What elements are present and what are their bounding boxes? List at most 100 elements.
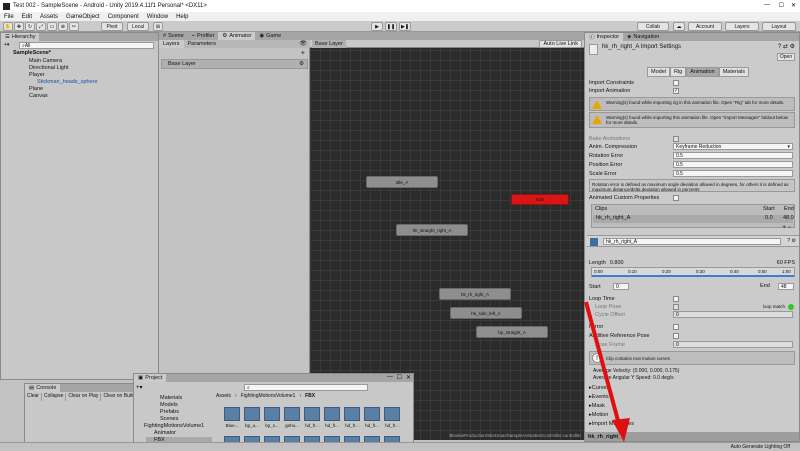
scene-root-item[interactable]: SampleScene*	[13, 50, 51, 56]
additive-pose-checkbox[interactable]	[673, 333, 679, 339]
close-icon[interactable]: ✕	[406, 374, 411, 381]
tab-model[interactable]: Model	[647, 67, 670, 77]
tab-navigation[interactable]: ◈ Navigation	[623, 33, 663, 41]
folder-animator[interactable]: Animator	[154, 430, 176, 436]
start-field[interactable]: 0	[613, 283, 629, 290]
layout-dropdown[interactable]: Layout	[762, 22, 796, 31]
account-dropdown[interactable]: Account	[688, 22, 722, 31]
menu-assets[interactable]: Assets	[36, 14, 62, 20]
clip-name-field[interactable]: hk_rh_right_A	[603, 238, 781, 245]
asset-thumb[interactable]	[304, 407, 320, 421]
state-node-hp-straight[interactable]: hp_straight_A	[476, 326, 548, 338]
timeline-ruler[interactable]: 0:00 0:10 0:20 0:30 0:40 0:50 1:00	[591, 267, 795, 277]
local-toggle[interactable]: Local	[127, 22, 149, 31]
tab-console[interactable]: ▤ Console	[25, 384, 61, 392]
move-tool-icon[interactable]: ✥	[14, 22, 24, 31]
asset-thumb[interactable]	[244, 407, 260, 421]
custom-tool-icon[interactable]: ✂	[69, 22, 79, 31]
folder-scenes[interactable]: Scenes	[160, 416, 178, 422]
pose-frame-field[interactable]: 0	[673, 341, 793, 348]
tab-scene[interactable]: # Scene	[159, 32, 188, 40]
breadcrumb-fighting[interactable]: FightingMotionsVolume1	[241, 393, 296, 401]
folder-models[interactable]: Models	[160, 402, 178, 408]
menu-gameobject[interactable]: GameObject	[62, 14, 104, 20]
gear-icon[interactable]: ⚙	[299, 61, 304, 67]
scale-error-field[interactable]: 0.5	[673, 170, 793, 177]
anim-compression-dropdown[interactable]: Keyframe Reduction ▾	[673, 143, 793, 150]
menu-component[interactable]: Component	[104, 14, 143, 20]
create-dropdown[interactable]: +▾	[4, 42, 16, 48]
clip-settings-icons[interactable]: ? ⚙	[787, 238, 796, 244]
menu-help[interactable]: Help	[172, 14, 192, 20]
project-search-input[interactable]: ⌕	[244, 384, 368, 391]
state-node-hk-straight-right[interactable]: hk_straight_right_A	[396, 224, 468, 236]
tab-animator[interactable]: ⚙ Animator	[218, 32, 256, 40]
base-layer-item[interactable]: Base Layer ⚙	[161, 59, 308, 69]
end-field[interactable]: 48	[778, 283, 794, 290]
hierarchy-item-directional-light[interactable]: Directional Light	[29, 65, 68, 71]
state-node-exit[interactable]: Exit	[511, 194, 569, 205]
eye-icon[interactable]: 👁	[299, 40, 307, 47]
grid-snap-icon[interactable]: ⊞	[153, 22, 163, 31]
tab-parameters[interactable]: Parameters	[184, 40, 220, 48]
tab-profiler[interactable]: ⌁ Profiler	[188, 32, 219, 40]
tab-inspector[interactable]: ⓘ Inspector	[585, 33, 624, 41]
asset-thumb[interactable]	[324, 407, 340, 421]
rect-tool-icon[interactable]: ▭	[47, 22, 57, 31]
rotate-tool-icon[interactable]: ↻	[25, 22, 35, 31]
loop-pose-checkbox[interactable]	[673, 304, 679, 310]
breadcrumb-fbx[interactable]: FBX	[305, 393, 315, 401]
hierarchy-search-input[interactable]: ⌕ All	[19, 42, 154, 49]
folder-fighting-motions[interactable]: FightingMotionsVolume1	[144, 423, 204, 429]
asset-thumb[interactable]	[284, 407, 300, 421]
auto-live-link-button[interactable]: Auto Live Link	[539, 40, 582, 48]
create-asset-dropdown[interactable]: +▾	[136, 384, 143, 391]
hierarchy-item-player[interactable]: Player	[29, 72, 45, 78]
tab-rig[interactable]: Rig	[669, 67, 687, 77]
tab-layers[interactable]: Layers	[159, 40, 184, 48]
settings-icons[interactable]: ? ⇄ ⚙	[778, 43, 795, 50]
bake-animations-checkbox[interactable]	[673, 136, 679, 142]
cloud-icon[interactable]: ☁	[673, 22, 685, 31]
breadcrumb-assets[interactable]: Assets	[216, 393, 231, 401]
breadcrumb[interactable]: Base Layer	[312, 40, 346, 48]
open-button[interactable]: Open	[777, 53, 795, 61]
state-node-hk-side-left[interactable]: hk_side_left_A	[450, 307, 522, 319]
clear-button[interactable]: Clear	[25, 393, 42, 401]
asset-thumb[interactable]	[384, 407, 400, 421]
mirror-checkbox[interactable]	[673, 324, 679, 330]
asset-thumb[interactable]	[344, 407, 360, 421]
minimize-icon[interactable]: —	[387, 374, 393, 380]
pivot-toggle[interactable]: Pivot	[101, 22, 123, 31]
tab-hierarchy[interactable]: ☰ Hierarchy	[1, 33, 40, 41]
menu-edit[interactable]: Edit	[18, 14, 36, 20]
transform-tool-icon[interactable]: ⊕	[58, 22, 68, 31]
collab-dropdown[interactable]: Collab	[637, 22, 669, 31]
layers-dropdown[interactable]: Layers	[725, 22, 759, 31]
maximize-icon[interactable]: ☐	[779, 2, 784, 9]
maximize-icon[interactable]: ☐	[397, 374, 402, 381]
hierarchy-item-main-camera[interactable]: Main Camera	[29, 58, 62, 64]
loop-time-checkbox[interactable]	[673, 296, 679, 302]
import-animation-checkbox[interactable]: ✓	[673, 88, 679, 94]
clear-on-build-button[interactable]: Clear on Build	[101, 393, 136, 401]
hierarchy-item-plane[interactable]: Plane	[29, 86, 43, 92]
position-error-field[interactable]: 0.5	[673, 161, 793, 168]
asset-thumb[interactable]	[264, 407, 280, 421]
lighting-status[interactable]: Auto Generate Lighting Off	[731, 444, 790, 450]
hierarchy-item-canvas[interactable]: Canvas	[29, 93, 48, 99]
tab-materials[interactable]: Materials	[718, 67, 750, 77]
cycle-offset-field[interactable]: 0	[673, 311, 793, 318]
pause-button[interactable]: ❚❚	[385, 22, 397, 31]
folder-materials[interactable]: Materials	[160, 395, 182, 401]
scale-tool-icon[interactable]: ⤢	[36, 22, 46, 31]
asset-thumb[interactable]	[224, 407, 240, 421]
animated-custom-properties-checkbox[interactable]	[673, 195, 679, 201]
asset-thumb[interactable]	[364, 407, 380, 421]
collapse-button[interactable]: Collapse	[42, 393, 67, 401]
state-node-hk-rh-right[interactable]: hk_rh_right_A	[439, 288, 511, 300]
minimize-icon[interactable]: —	[764, 2, 770, 8]
menu-window[interactable]: Window	[143, 14, 172, 20]
play-button[interactable]: ▶	[371, 22, 383, 31]
folder-prefabs[interactable]: Prefabs	[160, 409, 179, 415]
